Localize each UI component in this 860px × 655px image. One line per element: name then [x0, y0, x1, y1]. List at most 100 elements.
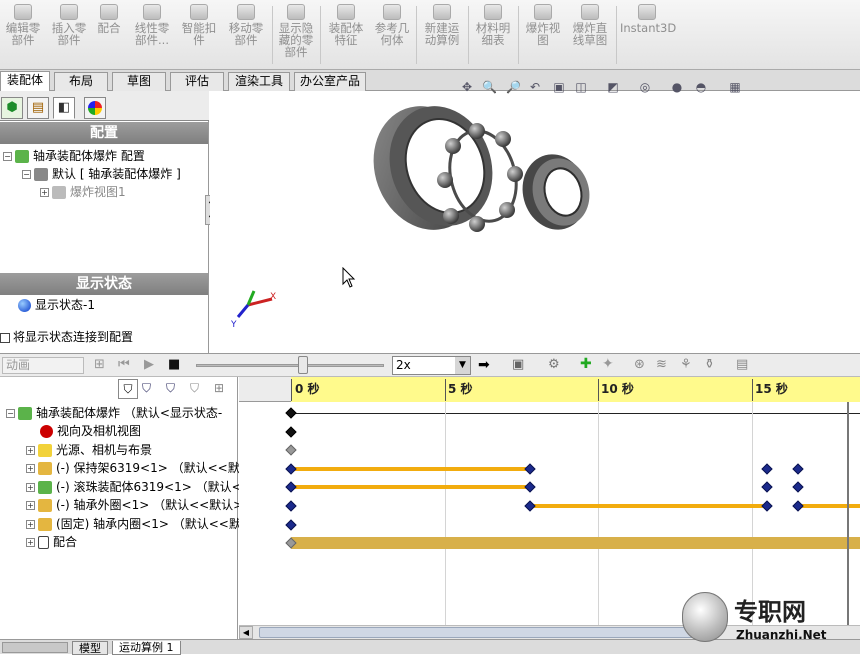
tab-evaluate[interactable]: 评估 — [170, 72, 224, 91]
scroll-left-button[interactable]: ◀ — [239, 626, 253, 639]
view-settings-icon[interactable]: ◫ — [574, 80, 588, 94]
change-bar[interactable] — [797, 504, 860, 508]
feature-manager-tab[interactable]: ⬢ — [1, 97, 23, 119]
slider-thumb[interactable] — [298, 356, 308, 374]
section-view-icon[interactable]: ▣ — [552, 80, 566, 94]
new-motion-study-button[interactable]: 新建运动算例 — [420, 4, 464, 66]
play-from-start-icon[interactable]: ⏮ — [118, 357, 130, 372]
change-bar[interactable] — [530, 504, 767, 508]
tab-sketch[interactable]: 草图 — [112, 72, 166, 91]
property-manager-tab[interactable]: ▤ — [27, 97, 49, 119]
keyframe-marker[interactable] — [791, 500, 804, 512]
spring-icon[interactable]: ≋ — [656, 357, 667, 372]
keyframe-marker[interactable] — [791, 481, 804, 494]
time-ruler[interactable]: 0 秒 5 秒 10 秒 15 秒 — [239, 377, 860, 402]
results-plots-icon[interactable]: ▤ — [736, 357, 748, 372]
keyframe-marker[interactable] — [285, 463, 297, 475]
gravity-icon[interactable]: ⚱ — [704, 357, 715, 372]
tab-office-products[interactable]: 办公室产品 — [294, 72, 366, 91]
apply-scene-icon[interactable]: ◓ — [694, 80, 708, 94]
keyframe-marker[interactable] — [285, 407, 297, 419]
tree-item-assembly[interactable]: − 轴承装配体爆炸 （默认<显示状态- — [6, 405, 222, 421]
assembly-features-button[interactable]: 装配体特征 — [324, 4, 368, 66]
tab-render-tools[interactable]: 渲染工具 — [228, 72, 290, 91]
outer-ring[interactable] — [365, 100, 509, 245]
tree-item-lights[interactable]: + 光源、相机与布景 — [26, 442, 152, 458]
keyframe-marker[interactable] — [524, 463, 537, 475]
expand-icon[interactable]: + — [26, 520, 35, 529]
view-options-icon[interactable]: ▦ — [728, 80, 742, 94]
scroll-thumb[interactable] — [259, 627, 719, 638]
playback-speed-select[interactable]: 2x ▼ — [392, 356, 471, 375]
tree-item-outer-ring[interactable]: + (-) 轴承外圈<1> （默认<<默认> — [26, 497, 243, 513]
previous-view-icon[interactable]: ↶ — [528, 80, 542, 94]
show-hidden-components-button[interactable]: 显示隐藏的零部件 — [276, 4, 316, 66]
display-style-icon[interactable]: ◩ — [606, 80, 620, 94]
animation-wizard-icon[interactable]: ⚙ — [548, 357, 560, 372]
edit-appearance-icon[interactable]: ● — [670, 80, 684, 94]
keyframe-marker[interactable] — [285, 481, 297, 494]
explode-line-sketch-button[interactable]: 爆炸直线草图 — [568, 4, 612, 66]
tab-layout[interactable]: 布局 — [54, 72, 108, 91]
config-root[interactable]: − 轴承装配体爆炸 配置 — [3, 148, 145, 164]
display-state-item[interactable]: 显示状态-1 — [18, 297, 95, 313]
collapse-icon[interactable]: − — [3, 152, 12, 161]
playback-mode-icon[interactable]: ➡ — [478, 357, 490, 373]
linear-pattern-button[interactable]: 线性零部件... — [130, 4, 174, 66]
autokey-icon[interactable]: ✚ — [580, 356, 592, 372]
filter-driving-icon[interactable]: ⛉ — [142, 381, 151, 396]
config-default[interactable]: − 默认 [ 轴承装配体爆炸 ] — [22, 166, 181, 182]
autosort-icon[interactable]: ⊞ — [214, 381, 224, 395]
mate-button[interactable]: 配合 — [94, 4, 124, 66]
expand-icon[interactable]: + — [26, 501, 35, 510]
zoom-to-fit-icon[interactable]: 🔍 — [482, 80, 497, 94]
keyframe-marker[interactable] — [524, 481, 537, 494]
expand-icon[interactable]: + — [26, 483, 35, 492]
expand-icon[interactable]: + — [26, 446, 35, 455]
study-type-select[interactable]: 动画 — [2, 357, 84, 374]
link-display-state-option[interactable]: 将显示状态连接到配置 — [0, 329, 133, 345]
filter-results-icon[interactable]: ⛉ — [190, 381, 199, 396]
move-component-button[interactable]: 移动零部件 — [224, 4, 268, 66]
contact-icon[interactable]: ⚘ — [680, 357, 692, 372]
keyframe-marker[interactable] — [761, 481, 773, 494]
reference-geometry-button[interactable]: 参考几何体 — [372, 4, 412, 66]
keyframe-marker[interactable] — [285, 500, 297, 512]
tree-item-cage[interactable]: + (-) 保持架6319<1> （默认<<默认 — [26, 460, 252, 476]
graphics-area[interactable]: ✥ 🔍 🔎 ↶ ▣ ◫ ◩ ◎ ● ◓ ▦ Y X — [210, 80, 860, 353]
tree-item-mates[interactable]: + 配合 — [26, 534, 77, 550]
collapse-icon[interactable]: − — [6, 409, 15, 418]
bill-of-materials-button[interactable]: 材料明细表 — [472, 4, 514, 66]
display-manager-tab[interactable] — [84, 97, 106, 119]
keyframe-marker[interactable] — [285, 425, 297, 438]
save-animation-icon[interactable]: ▣ — [512, 357, 524, 372]
keyframe-marker[interactable] — [285, 518, 297, 531]
play-icon[interactable]: ▶ — [144, 357, 154, 372]
keyframe-marker[interactable] — [761, 463, 773, 475]
inner-ring[interactable] — [514, 147, 597, 237]
edit-component-button[interactable]: 编辑零部件 — [2, 4, 44, 66]
bearing-model[interactable] — [365, 100, 615, 250]
tab-model[interactable]: 模型 — [72, 641, 108, 655]
link-checkbox[interactable] — [0, 332, 10, 343]
tree-item-balls[interactable]: + (-) 滚珠装配体6319<1> （默认< — [26, 479, 242, 495]
expand-icon[interactable]: + — [26, 464, 35, 473]
hide-show-items-icon[interactable]: ◎ — [638, 80, 652, 94]
change-bar[interactable] — [291, 485, 531, 490]
keyframe-marker[interactable] — [285, 444, 297, 456]
filter-animated-icon[interactable]: ⛉ — [118, 379, 138, 399]
view-orientation-icon[interactable]: ✥ — [460, 80, 474, 94]
motor-icon[interactable]: ⊛ — [634, 357, 645, 372]
tree-item-inner-ring[interactable]: + (固定) 轴承内圈<1> （默认<<默 — [26, 516, 241, 532]
zoom-to-area-icon[interactable]: 🔎 — [506, 80, 521, 94]
keyframe-marker[interactable] — [791, 463, 804, 475]
configuration-manager-tab[interactable]: ◧ — [53, 97, 75, 119]
tab-assembly[interactable]: 装配体 — [0, 71, 50, 92]
expand-icon[interactable]: + — [26, 538, 35, 547]
exploded-view-item[interactable]: + 爆炸视图1 — [40, 184, 126, 200]
instant3d-button[interactable]: Instant3D — [620, 4, 676, 66]
smart-fasteners-button[interactable]: 智能扣件 — [178, 4, 220, 66]
change-bar[interactable] — [291, 466, 531, 471]
keyframe-marker[interactable] — [524, 500, 537, 512]
tab-nav-arrows[interactable] — [2, 642, 68, 653]
